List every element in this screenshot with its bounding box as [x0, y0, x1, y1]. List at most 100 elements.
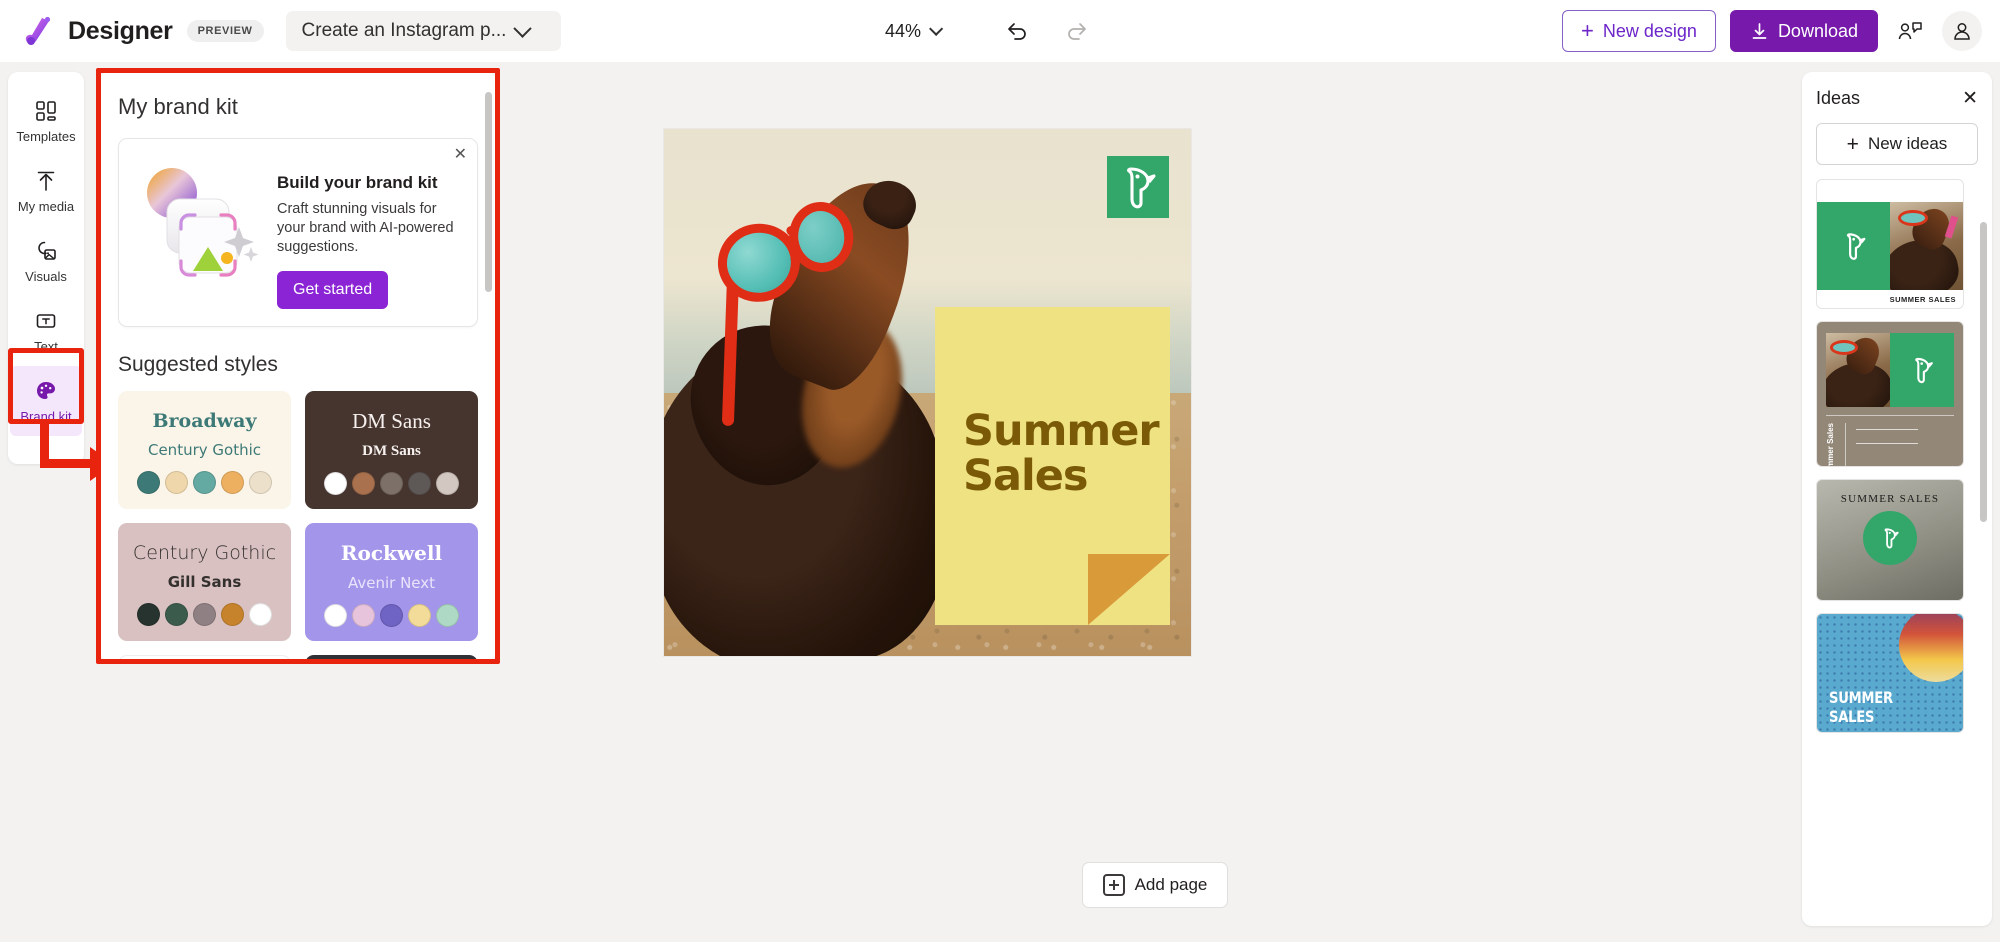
style-card[interactable]: Century Gothic Gill Sans: [118, 523, 291, 641]
idea-thumb-photo: [1890, 202, 1963, 290]
design-headline-text[interactable]: Summer Sales: [963, 409, 1173, 498]
placeholder-line: [1856, 429, 1918, 430]
style-card[interactable]: Sagona Book Sagona Book: [305, 655, 478, 660]
new-ideas-button[interactable]: + New ideas: [1816, 123, 1978, 165]
download-icon: [1750, 22, 1769, 41]
style-card-swatches: [324, 604, 459, 627]
download-button[interactable]: Download: [1730, 10, 1878, 52]
designer-logo-icon: [22, 14, 56, 48]
swatch: [352, 472, 375, 495]
undo-button[interactable]: [1000, 14, 1034, 48]
app-name: Designer: [68, 17, 173, 46]
sidebar-item-label: Templates: [16, 129, 75, 144]
style-card[interactable]: Rockwell Avenir Next: [305, 523, 478, 641]
swatch: [249, 603, 272, 626]
get-started-button[interactable]: Get started: [277, 271, 388, 309]
swatch: [221, 471, 244, 494]
new-ideas-label: New ideas: [1868, 134, 1947, 154]
swatch: [352, 604, 375, 627]
plus-icon: +: [1581, 20, 1594, 42]
new-design-label: New design: [1603, 21, 1697, 42]
page-title: My brand kit: [118, 94, 478, 120]
idea-thumb-caption: SUMMER SALES: [1829, 688, 1939, 726]
panel-scrollbar[interactable]: [485, 92, 492, 648]
document-title-dropdown[interactable]: Create an Instagram p...: [286, 11, 561, 51]
style-card-subheading: DM Sans: [362, 443, 421, 460]
brand-kit-panel-content: My brand kit ✕: [100, 72, 496, 660]
idea-thumbnail[interactable]: SUMMER SALES: [1816, 613, 1964, 733]
swatch: [324, 604, 347, 627]
style-card-heading: Rockwell: [341, 541, 442, 565]
idea-thumb-caption: SUMMER SALES: [1841, 493, 1939, 505]
promo-title: Build your brand kit: [277, 173, 461, 193]
style-card-heading: Century Gothic: [133, 542, 276, 564]
bird-logo-icon: [1107, 156, 1169, 218]
style-card-swatches: [324, 472, 459, 495]
idea-thumb-images: [1817, 202, 1963, 290]
style-card-heading: Broadway: [152, 410, 256, 432]
swatch: [165, 603, 188, 626]
panel-scroll-thumb[interactable]: [485, 92, 492, 292]
idea-thumb-caption: Summer Sales: [1826, 423, 1835, 467]
templates-grid-icon: [34, 99, 58, 123]
swatch: [137, 471, 160, 494]
promo-description: Craft stunning visuals for your brand wi…: [277, 200, 461, 257]
suggested-styles-grid: Broadway Century Gothic DM Sans DM Sans: [118, 391, 478, 660]
brand-kit-illustration: [135, 155, 267, 310]
swatch: [249, 471, 272, 494]
build-brand-kit-promo-card: ✕: [118, 138, 478, 327]
style-card-subheading: Gill Sans: [168, 573, 242, 591]
sidebar-item-text[interactable]: Text: [10, 296, 82, 366]
add-page-button[interactable]: Add page: [1082, 862, 1229, 908]
redo-button[interactable]: [1060, 14, 1094, 48]
sidebar-item-label: Text: [34, 339, 58, 354]
new-design-button[interactable]: + New design: [1562, 10, 1716, 52]
zoom-level: 44%: [885, 21, 921, 42]
style-card-swatches: [137, 603, 272, 626]
left-nav-rail: Templates My media Visuals: [8, 72, 84, 464]
swatch: [380, 604, 403, 627]
account-button[interactable]: [1942, 11, 1982, 51]
collaborators-button[interactable]: [1892, 14, 1928, 48]
style-card[interactable]: Playfair Display Tw Cen MT: [118, 655, 291, 660]
design-headline-line1: Summer: [963, 409, 1173, 454]
swatch: [137, 603, 160, 626]
swatch: [408, 604, 431, 627]
suggested-styles-heading: Suggested styles: [118, 353, 478, 377]
idea-thumb-caption: SUMMER SALES: [1817, 290, 1963, 304]
swatch: [408, 472, 431, 495]
design-canvas[interactable]: Summer Sales: [664, 129, 1191, 656]
ideas-scroll-thumb[interactable]: [1980, 222, 1987, 522]
undo-redo-group: [1000, 0, 1094, 62]
text-box-icon: [34, 309, 58, 333]
sidebar-item-brand-kit[interactable]: Brand kit: [10, 366, 82, 436]
sidebar-item-templates[interactable]: Templates: [10, 86, 82, 156]
swatch: [165, 471, 188, 494]
design-headline-line2: Sales: [963, 454, 1173, 499]
bird-logo-icon: [1817, 202, 1890, 290]
canvas-area: Summer Sales Add page: [510, 62, 1800, 942]
divider: [1845, 423, 1846, 467]
ideas-title: Ideas: [1816, 88, 1860, 109]
close-icon[interactable]: ✕: [1962, 89, 1978, 108]
idea-thumbnail[interactable]: SUMMER SALES: [1816, 179, 1964, 309]
idea-thumb-placeholder-lines: [1856, 423, 1954, 467]
chevron-down-icon: [514, 19, 532, 37]
preview-badge: PREVIEW: [187, 20, 264, 42]
swatch: [436, 604, 459, 627]
sidebar-item-visuals[interactable]: Visuals: [10, 226, 82, 296]
ideas-panel: Ideas ✕ + New ideas: [1802, 72, 1992, 926]
swatch: [436, 472, 459, 495]
style-card[interactable]: Broadway Century Gothic: [118, 391, 291, 509]
ideas-scrollbar[interactable]: [1980, 222, 1987, 882]
zoom-control[interactable]: 44%: [885, 0, 939, 62]
chevron-down-icon: [929, 22, 943, 36]
idea-thumbnail[interactable]: SUMMER SALES: [1816, 479, 1964, 601]
placeholder-line: [1856, 443, 1918, 444]
top-bar-actions: + New design Download: [1562, 0, 1982, 62]
idea-thumbnail[interactable]: Summer Sales: [1816, 321, 1964, 467]
style-card-subheading: Century Gothic: [148, 441, 261, 459]
promo-close-button[interactable]: ✕: [454, 147, 467, 163]
sidebar-item-my-media[interactable]: My media: [10, 156, 82, 226]
style-card[interactable]: DM Sans DM Sans: [305, 391, 478, 509]
